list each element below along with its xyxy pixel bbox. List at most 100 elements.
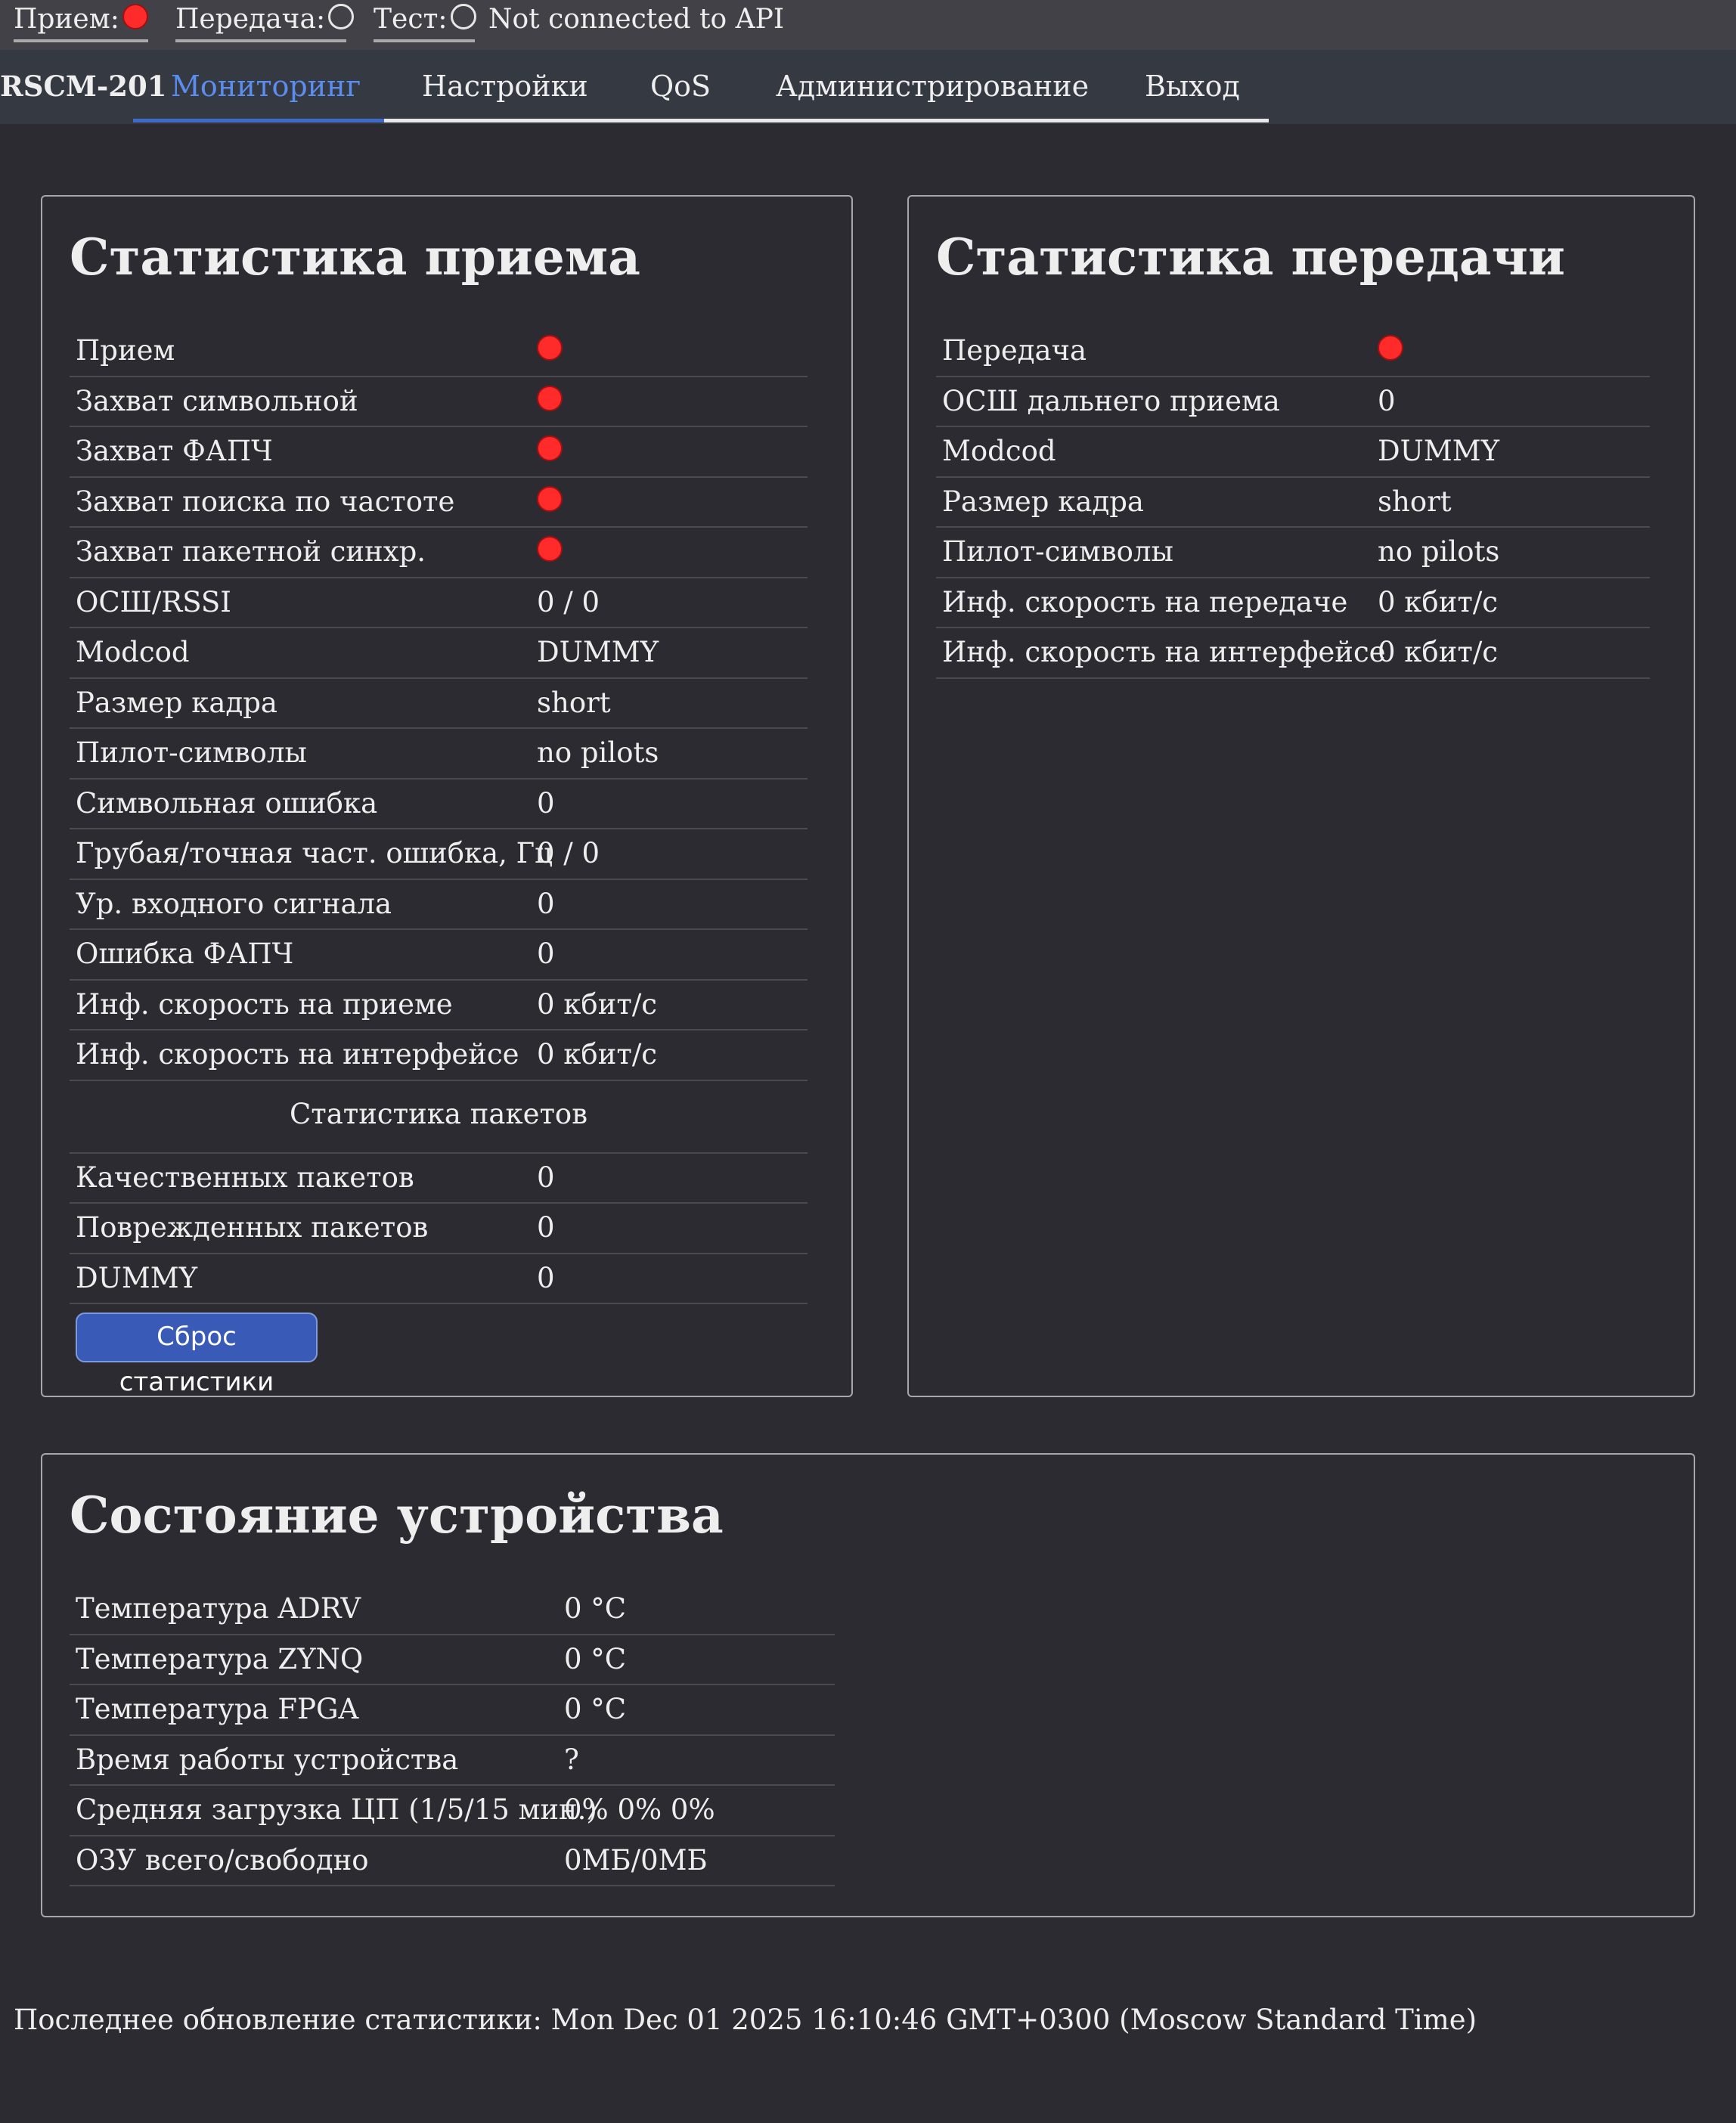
table-row: Размер кадра short (936, 478, 1650, 528)
table-row: Захват пакетной синхр. (70, 528, 808, 578)
table-row: Температура ADRV 0 °C (70, 1585, 835, 1635)
table-row: Символьная ошибка 0 (70, 779, 808, 829)
rx-indicator-icon (122, 4, 148, 29)
row-label: Температура ZYNQ (76, 1642, 364, 1675)
tx-stats-table: Передача ОСШ дальнего приема 0 Modcod DUMMY Р… (936, 327, 1650, 679)
row-value: 0 (537, 938, 555, 970)
table-row: Инф. скорость на интерфейсе 0 кбит/с (936, 628, 1650, 679)
row-indicator (537, 334, 563, 367)
brand-name: RSCM-201 (0, 70, 167, 103)
row-label: ОСШ дальнего приема (942, 384, 1280, 417)
row-label: Грубая/точная част. ошибка, Гц (76, 837, 553, 869)
row-label: Время работы устройства (76, 1743, 459, 1776)
row-value: short (1378, 485, 1452, 518)
row-label: Захват поиска по частоте (76, 485, 455, 518)
packet-stats-header: Статистика пакетов (70, 1081, 808, 1154)
row-value: 0 (537, 786, 555, 820)
page: Прием: Передача: Тест: Not connected to … (0, 0, 1736, 2123)
tab-qos[interactable]: QoS (650, 70, 711, 103)
table-row: Захват ФАПЧ (70, 427, 808, 478)
row-value: no pilots (1378, 535, 1500, 568)
row-label: Температура ADRV (76, 1592, 361, 1625)
tab-settings[interactable]: Настройки (422, 70, 588, 103)
rx-stats-table: Прием Захват символьной Захват ФАПЧ Захват … (70, 327, 808, 1304)
row-value: 0МБ/0МБ (564, 1843, 708, 1877)
device-state-title: Состояние устройства (70, 1486, 724, 1545)
table-row: Захват поиска по частоте (70, 478, 808, 528)
row-indicator (537, 535, 563, 569)
table-row: Средняя загрузка ЦП (1/5/15 мин.) 0% 0% 0… (70, 1786, 835, 1836)
row-value: short (537, 686, 611, 719)
row-label: Инф. скорость на приеме (76, 987, 453, 1021)
table-row: Время работы устройства? (70, 1736, 835, 1786)
table-row: Ошибка ФАПЧ 0 (70, 930, 808, 981)
rx-stats-title: Статистика приема (70, 228, 640, 287)
row-indicator (537, 485, 563, 519)
main-nav: RSCM-201 Мониторинг Настройки QoS Админи… (0, 50, 1736, 124)
row-label: Захват символьной (76, 384, 358, 417)
table-row: ОСШ/RSSI 0 / 0 (70, 578, 808, 628)
last-update-text: Последнее обновление статистики: Mon Dec… (14, 2004, 1477, 2036)
row-value: 0 / 0 (537, 837, 600, 869)
row-value: 0 (537, 887, 555, 920)
row-label: Инф. скорость на передаче (942, 585, 1348, 618)
row-label: Качественных пакетов (76, 1161, 414, 1194)
row-label: Пилот-символы (942, 535, 1173, 568)
row-label: Ошибка ФАПЧ (76, 938, 294, 970)
row-label: Modcod (942, 435, 1056, 467)
table-row: Modcod DUMMY (936, 427, 1650, 478)
tx-status-label: Передача: (175, 4, 326, 35)
row-value: DUMMY (537, 636, 659, 668)
row-label: Ур. входного сигнала (76, 887, 392, 920)
status-indicator-icon (537, 536, 563, 562)
row-value: 0 кбит/с (537, 1038, 658, 1071)
tab-administration[interactable]: Администрирование (776, 70, 1089, 103)
row-label: Прием (76, 334, 175, 367)
row-label: DUMMY (76, 1261, 198, 1294)
api-status: Not connected to API (488, 4, 785, 35)
tab-monitoring[interactable]: Мониторинг (171, 70, 361, 103)
table-row: Захват символьной (70, 377, 808, 427)
test-status: Тест: (374, 3, 476, 42)
row-label: ОСШ/RSSI (76, 585, 231, 618)
rx-status: Прием: (14, 3, 148, 42)
reset-stats-button[interactable]: Сброс статистики (76, 1313, 318, 1397)
row-indicator (537, 435, 563, 468)
table-row: Грубая/точная част. ошибка, Гц 0 / 0 (70, 829, 808, 880)
tx-stats-panel: Статистика передачи Передача ОСШ дальнего… (907, 195, 1695, 1397)
status-bar: Прием: Передача: Тест: Not connected to … (0, 0, 1736, 50)
row-value: 0 кбит/с (1378, 585, 1499, 618)
row-value: 0 (537, 1161, 555, 1194)
row-label: Символьная ошибка (76, 786, 378, 820)
row-value: 0 (1378, 384, 1396, 417)
row-label: ОЗУ всего/свободно (76, 1843, 369, 1877)
table-row: ОСШ дальнего приема 0 (936, 377, 1650, 427)
row-value: 0 кбит/с (1378, 636, 1499, 668)
table-row: Ур. входного сигнала 0 (70, 880, 808, 930)
packet-stats-header-label: Статистика пакетов (289, 1097, 588, 1130)
rx-stats-panel: Статистика приема Прием Захват символьной… (41, 195, 853, 1397)
device-state-table: Температура ADRV 0 °C Температура ZYNQ 0 °C… (70, 1585, 835, 1886)
row-value: 0% 0% 0% (564, 1793, 715, 1826)
row-label: Инф. скорость на интерфейсе (942, 636, 1386, 668)
status-indicator-icon (537, 385, 563, 411)
table-row: Пилот-символы no pilots (70, 729, 808, 779)
table-row: Поврежденных пакетов 0 (70, 1204, 808, 1254)
tx-indicator-icon (328, 4, 355, 29)
rx-status-label: Прием: (14, 4, 119, 35)
row-label: Средняя загрузка ЦП (1/5/15 мин.) (76, 1793, 597, 1826)
table-row: Передача (936, 327, 1650, 377)
row-value: 0 / 0 (537, 585, 600, 618)
row-value: 0 (537, 1211, 555, 1244)
row-indicator (1378, 334, 1403, 367)
row-label: Захват пакетной синхр. (76, 535, 426, 568)
status-indicator-icon (537, 335, 563, 361)
device-state-panel: Состояние устройства Температура ADRV 0 °… (41, 1453, 1695, 1917)
tab-logout[interactable]: Выход (1145, 70, 1240, 103)
status-indicator-icon (1378, 335, 1403, 361)
nav-underline (384, 119, 1269, 122)
row-value: 0 °C (564, 1642, 627, 1675)
table-row: Modcod DUMMY (70, 628, 808, 679)
table-row: Температура FPGA 0 °C (70, 1685, 835, 1736)
table-row: Прием (70, 327, 808, 377)
